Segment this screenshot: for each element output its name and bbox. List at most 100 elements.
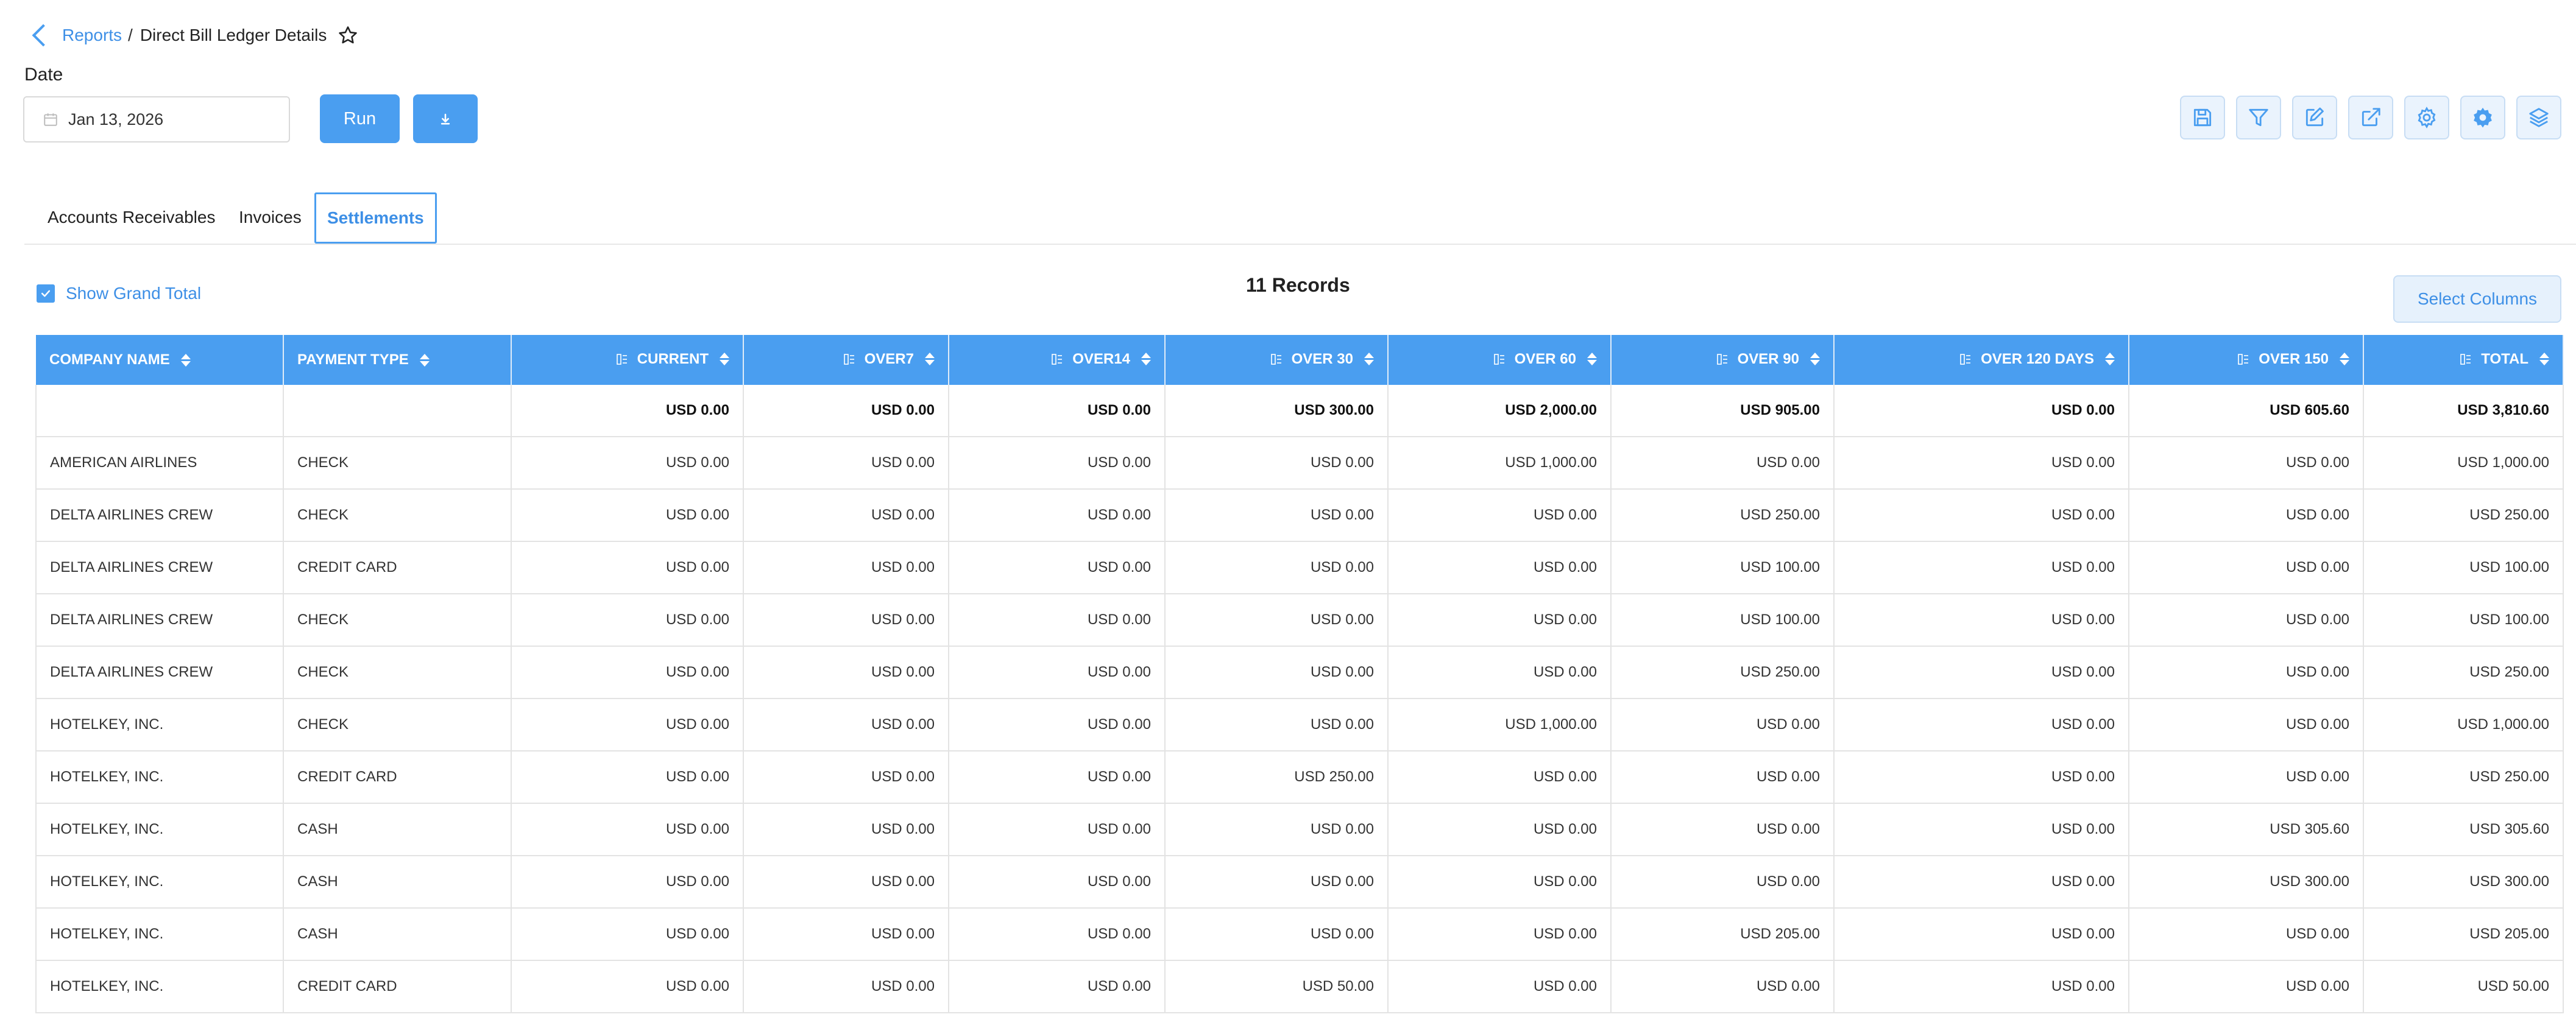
sort-icon[interactable] <box>419 353 430 367</box>
column-header-label: OVER 30 <box>1291 350 1353 367</box>
tab-invoices[interactable]: Invoices <box>239 191 302 244</box>
tab-accounts-receivables[interactable]: Accounts Receivables <box>48 191 215 244</box>
sort-icon[interactable] <box>1810 353 1820 365</box>
layers-button[interactable] <box>2516 96 2561 139</box>
table-cell: USD 0.00 <box>743 751 949 804</box>
filter-button[interactable] <box>2236 96 2281 139</box>
sort-icon[interactable] <box>720 353 729 365</box>
table-cell: USD 0.00 <box>2129 751 2364 804</box>
table-cell: USD 0.00 <box>949 751 1166 804</box>
column-header-label: OVER 150 <box>2259 350 2329 367</box>
total-cell: USD 0.00 <box>743 385 949 437</box>
column-drag-icon[interactable] <box>1716 353 1728 365</box>
table-row[interactable]: HOTELKEY, INC. CASH USD 0.00 USD 0.00 USD 0.… <box>35 908 2564 961</box>
sort-icon[interactable] <box>2105 353 2115 365</box>
table-cell: USD 0.00 <box>2129 489 2364 542</box>
column-header[interactable]: TOTAL <box>2363 335 2564 385</box>
column-header[interactable]: OVER 120 DAYS <box>1834 335 2129 385</box>
star-icon[interactable] <box>338 25 358 46</box>
table-cell: USD 0.00 <box>1611 437 1835 490</box>
date-picker-field[interactable]: Jan 13, 2026 <box>23 96 290 143</box>
column-drag-icon[interactable] <box>2238 353 2249 365</box>
column-header-label: OVER 90 <box>1737 350 1799 367</box>
table-cell: USD 0.00 <box>1388 960 1612 1013</box>
table-cell: USD 250.00 <box>1611 646 1835 699</box>
table-cell: USD 0.00 <box>1165 437 1389 490</box>
table-cell: USD 305.60 <box>2129 803 2364 856</box>
settings-button[interactable] <box>2404 96 2449 139</box>
total-cell <box>35 385 284 437</box>
table-cell: USD 0.00 <box>1834 856 2129 909</box>
table-row[interactable]: DELTA AIRLINES CREW CHECK USD 0.00 USD 0.00… <box>35 646 2564 699</box>
column-header[interactable]: OVER7 <box>743 335 949 385</box>
advanced-settings-button[interactable] <box>2460 96 2505 139</box>
column-drag-icon[interactable] <box>1960 353 1971 365</box>
sort-icon[interactable] <box>2340 353 2349 365</box>
table-row[interactable]: HOTELKEY, INC. CASH USD 0.00 USD 0.00 USD 0.… <box>35 856 2564 909</box>
table-row[interactable]: DELTA AIRLINES CREW CHECK USD 0.00 USD 0.00… <box>35 489 2564 542</box>
sort-icon[interactable] <box>1141 353 1151 365</box>
chevron-left-icon[interactable] <box>32 24 55 47</box>
column-drag-icon[interactable] <box>1493 353 1505 365</box>
table-cell: USD 0.00 <box>1388 489 1612 542</box>
column-header[interactable]: PAYMENT TYPE <box>283 335 512 385</box>
table-cell: USD 1,000.00 <box>2363 699 2564 751</box>
table-cell: USD 0.00 <box>2129 908 2364 961</box>
tab-settlements[interactable]: Settlements <box>314 192 437 244</box>
sort-icon[interactable] <box>2539 353 2549 365</box>
table-cell: USD 0.00 <box>949 489 1166 542</box>
table-row[interactable]: HOTELKEY, INC. CASH USD 0.00 USD 0.00 USD 0.… <box>35 803 2564 856</box>
table-cell: USD 0.00 <box>949 699 1166 751</box>
column-header[interactable]: COMPANY NAME <box>36 335 284 385</box>
column-drag-icon[interactable] <box>843 353 855 365</box>
column-header[interactable]: CURRENT <box>511 335 744 385</box>
table-cell: USD 100.00 <box>1611 541 1835 594</box>
column-header[interactable]: OVER 60 <box>1388 335 1612 385</box>
edit-button[interactable] <box>2292 96 2337 139</box>
column-drag-icon[interactable] <box>1052 353 1063 365</box>
sort-icon[interactable] <box>925 353 935 365</box>
column-header[interactable]: OVER14 <box>949 335 1166 385</box>
column-header[interactable]: OVER 30 <box>1165 335 1389 385</box>
download-button[interactable] <box>413 94 478 143</box>
column-header[interactable]: OVER 90 <box>1611 335 1835 385</box>
table-cell: USD 0.00 <box>1165 699 1389 751</box>
column-header-label: OVER 120 DAYS <box>1981 350 2094 367</box>
table-row[interactable]: DELTA AIRLINES CREW CREDIT CARD USD 0.00 US… <box>35 541 2564 594</box>
table-row[interactable]: DELTA AIRLINES CREW CHECK USD 0.00 USD 0.00… <box>35 594 2564 647</box>
table-cell: USD 0.00 <box>1611 960 1835 1013</box>
column-drag-icon[interactable] <box>2460 353 2471 365</box>
table-cell: AMERICAN AIRLINES <box>35 437 284 490</box>
table-cell: DELTA AIRLINES CREW <box>35 594 284 647</box>
table-row[interactable]: HOTELKEY, INC. CREDIT CARD USD 0.00 USD 0.0… <box>35 960 2564 1013</box>
checkbox-checked-icon[interactable] <box>37 284 55 303</box>
grand-total-row: USD 0.00 USD 0.00 USD 0.00 USD 300.00 USD 2,… <box>35 385 2564 437</box>
table-cell: USD 0.00 <box>743 437 949 490</box>
save-button[interactable] <box>2180 96 2225 139</box>
table-row[interactable]: AMERICAN AIRLINES CHECK USD 0.00 USD 0.00 US… <box>35 437 2564 490</box>
sort-icon[interactable] <box>180 353 191 367</box>
sort-icon[interactable] <box>1364 353 1374 365</box>
open-external-button[interactable] <box>2348 96 2393 139</box>
table-row[interactable]: HOTELKEY, INC. CREDIT CARD USD 0.00 USD 0.0… <box>35 751 2564 804</box>
column-drag-icon[interactable] <box>616 353 628 365</box>
table-cell: USD 0.00 <box>511 856 744 909</box>
table-cell: USD 0.00 <box>949 908 1166 961</box>
table-cell: USD 0.00 <box>1611 856 1835 909</box>
select-columns-button[interactable]: Select Columns <box>2393 275 2561 323</box>
column-drag-icon[interactable] <box>1270 353 1282 365</box>
table-cell: CASH <box>283 803 512 856</box>
table-cell: CASH <box>283 856 512 909</box>
show-grand-total-toggle[interactable]: Show Grand Total <box>37 284 201 303</box>
total-cell: USD 605.60 <box>2129 385 2364 437</box>
sort-icon[interactable] <box>1587 353 1597 365</box>
run-button[interactable]: Run <box>320 94 400 143</box>
save-icon <box>2193 108 2212 127</box>
table-cell: CASH <box>283 908 512 961</box>
column-header[interactable]: OVER 150 <box>2129 335 2364 385</box>
table-row[interactable]: HOTELKEY, INC. CHECK USD 0.00 USD 0.00 USD 0… <box>35 699 2564 751</box>
table-cell: USD 0.00 <box>1165 489 1389 542</box>
breadcrumb: Reports / Direct Bill Ledger Details <box>30 23 358 48</box>
record-count: 11 Records <box>1246 274 1350 296</box>
breadcrumb-reports-link[interactable]: Reports <box>62 26 122 45</box>
